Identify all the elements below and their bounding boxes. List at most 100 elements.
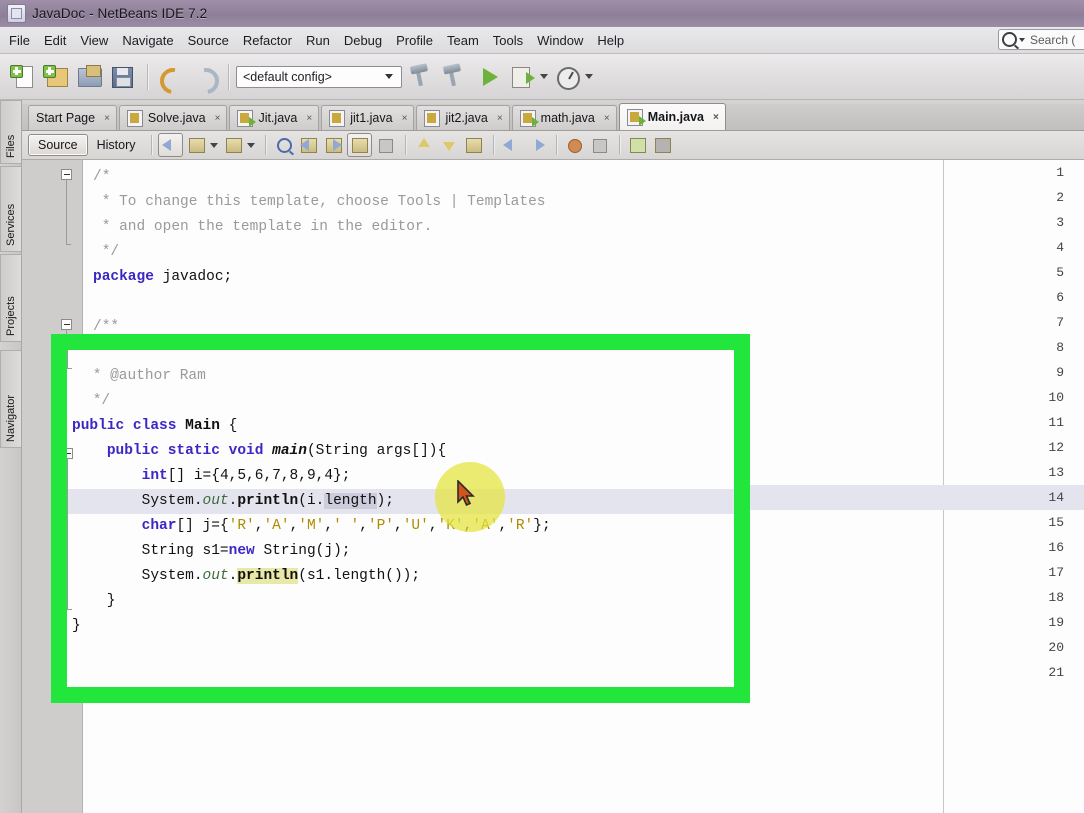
run-project-button[interactable] xyxy=(474,62,504,92)
editor-tab-start-page[interactable]: Start Page × xyxy=(28,105,117,130)
sidebar-tab-services[interactable]: Services xyxy=(0,166,21,252)
profile-project-button[interactable] xyxy=(552,62,582,92)
fold-toggle[interactable] xyxy=(61,169,72,180)
editor-tab-label: jit1.java xyxy=(350,111,393,125)
menu-bar: File Edit View Navigate Source Refactor … xyxy=(0,27,1084,54)
last-edit-button[interactable] xyxy=(157,133,183,157)
menu-refactor[interactable]: Refactor xyxy=(236,30,299,51)
source-view-toggle[interactable]: Source xyxy=(28,134,88,156)
find-previous-button[interactable] xyxy=(297,134,320,156)
stop-icon xyxy=(592,139,607,153)
chevron-down-icon[interactable] xyxy=(1019,37,1025,42)
stop-button[interactable] xyxy=(588,134,611,156)
editor-tab-label: Start Page xyxy=(36,111,96,125)
clean-build-icon xyxy=(448,66,456,86)
undo-icon xyxy=(154,62,192,99)
toggle-bookmark-button[interactable] xyxy=(462,134,485,156)
debug-icon xyxy=(512,66,535,88)
menu-tools[interactable]: Tools xyxy=(486,30,530,51)
chevron-down-icon[interactable] xyxy=(209,142,218,148)
fold-toggle[interactable] xyxy=(61,319,72,330)
shift-left-icon xyxy=(502,139,512,151)
back-button[interactable] xyxy=(185,134,208,156)
save-all-button[interactable] xyxy=(107,62,137,92)
shift-right-button[interactable] xyxy=(525,134,548,156)
close-icon[interactable]: × xyxy=(215,113,221,124)
menu-edit[interactable]: Edit xyxy=(37,30,73,51)
toggle-breakpoint-button[interactable] xyxy=(563,134,586,156)
project-config-select[interactable]: <default config> xyxy=(236,65,402,88)
menu-view[interactable]: View xyxy=(73,30,115,51)
close-icon[interactable]: × xyxy=(306,113,312,124)
netbeans-window: JavaDoc - NetBeans IDE 7.2 File Edit Vie… xyxy=(0,0,1084,813)
debug-project-button[interactable] xyxy=(507,62,537,92)
sidebar-tab-projects-label: Projects xyxy=(5,296,17,336)
redo-button[interactable] xyxy=(187,62,225,99)
line-number: 18 xyxy=(1048,590,1064,605)
chevron-down-icon[interactable] xyxy=(540,74,548,79)
close-icon[interactable]: × xyxy=(497,113,503,124)
editor-tab-jit1-java[interactable]: jit1.java × xyxy=(321,105,415,130)
next-bookmark-button[interactable] xyxy=(437,134,460,156)
search-input[interactable]: Search ( xyxy=(998,29,1084,50)
mouse-cursor-icon xyxy=(456,479,480,510)
editor-tab-label: math.java xyxy=(540,111,595,125)
line-number: 21 xyxy=(1048,665,1064,680)
editor-tab-jit-java[interactable]: Jit.java × xyxy=(229,105,320,130)
sidebar-tab-navigator[interactable]: Navigator xyxy=(0,350,21,448)
new-file-button[interactable] xyxy=(8,62,38,92)
sidebar-tab-projects[interactable]: Projects xyxy=(0,254,21,342)
forward-button[interactable] xyxy=(222,134,245,156)
close-icon[interactable]: × xyxy=(402,113,408,124)
menu-file[interactable]: File xyxy=(2,30,37,51)
menu-team[interactable]: Team xyxy=(440,30,486,51)
close-icon[interactable]: × xyxy=(713,112,719,123)
menu-run[interactable]: Run xyxy=(299,30,337,51)
chevron-down-icon[interactable] xyxy=(585,74,593,79)
code-line-7: /** xyxy=(93,319,120,335)
find-next-button[interactable] xyxy=(322,134,345,156)
left-dock: Files Services Projects Navigator xyxy=(0,100,22,813)
toggle-rectangular-selection-button[interactable] xyxy=(374,134,397,156)
editor-tab-main-java[interactable]: Main.java × xyxy=(618,103,726,130)
new-project-button[interactable] xyxy=(41,62,71,92)
line-number: 12 xyxy=(1048,440,1064,455)
close-icon[interactable]: × xyxy=(604,113,610,124)
code-line-17: System.out.println(s1.length()); xyxy=(72,568,421,584)
toolbar-separator xyxy=(147,63,148,90)
menu-profile[interactable]: Profile xyxy=(389,30,440,51)
chevron-down-icon[interactable] xyxy=(246,142,255,148)
find-selection-button[interactable] xyxy=(272,134,295,156)
line-number: 6 xyxy=(1056,290,1064,305)
menu-navigate[interactable]: Navigate xyxy=(115,30,180,51)
shift-right-icon xyxy=(535,139,545,151)
menu-source[interactable]: Source xyxy=(181,30,236,51)
search-placeholder: Search ( xyxy=(1030,32,1076,47)
shift-left-button[interactable] xyxy=(500,134,523,156)
play-icon xyxy=(483,67,498,86)
java-file-icon xyxy=(424,109,441,127)
menu-window[interactable]: Window xyxy=(530,30,590,51)
editor-toolbar-separator xyxy=(618,135,620,155)
line-number: 1 xyxy=(1056,165,1064,180)
undo-button[interactable] xyxy=(154,62,192,99)
menu-help[interactable]: Help xyxy=(590,30,631,51)
menu-debug[interactable]: Debug xyxy=(337,30,389,51)
search-icon xyxy=(1002,32,1017,47)
editor-tab-jit2-java[interactable]: jit2.java × xyxy=(416,105,510,130)
clean-build-button[interactable] xyxy=(441,62,471,92)
previous-bookmark-button[interactable] xyxy=(412,134,435,156)
boxed-code-region[interactable]: * @author Ram */ public class Main { pub… xyxy=(67,350,734,687)
bookmark-icon xyxy=(465,138,482,153)
toggle-highlight-button[interactable] xyxy=(346,133,372,157)
open-project-button[interactable] xyxy=(74,62,104,92)
editor-tab-math-java[interactable]: math.java × xyxy=(511,105,617,130)
close-icon[interactable]: × xyxy=(104,113,110,124)
uncomment-button[interactable] xyxy=(651,134,674,156)
sidebar-tab-files[interactable]: Files xyxy=(0,100,21,164)
build-project-button[interactable] xyxy=(408,62,438,92)
history-view-toggle[interactable]: History xyxy=(88,135,145,155)
chevron-down-icon xyxy=(385,74,393,79)
editor-tab-solve-java[interactable]: Solve.java × xyxy=(118,105,228,130)
comment-button[interactable] xyxy=(626,134,649,156)
